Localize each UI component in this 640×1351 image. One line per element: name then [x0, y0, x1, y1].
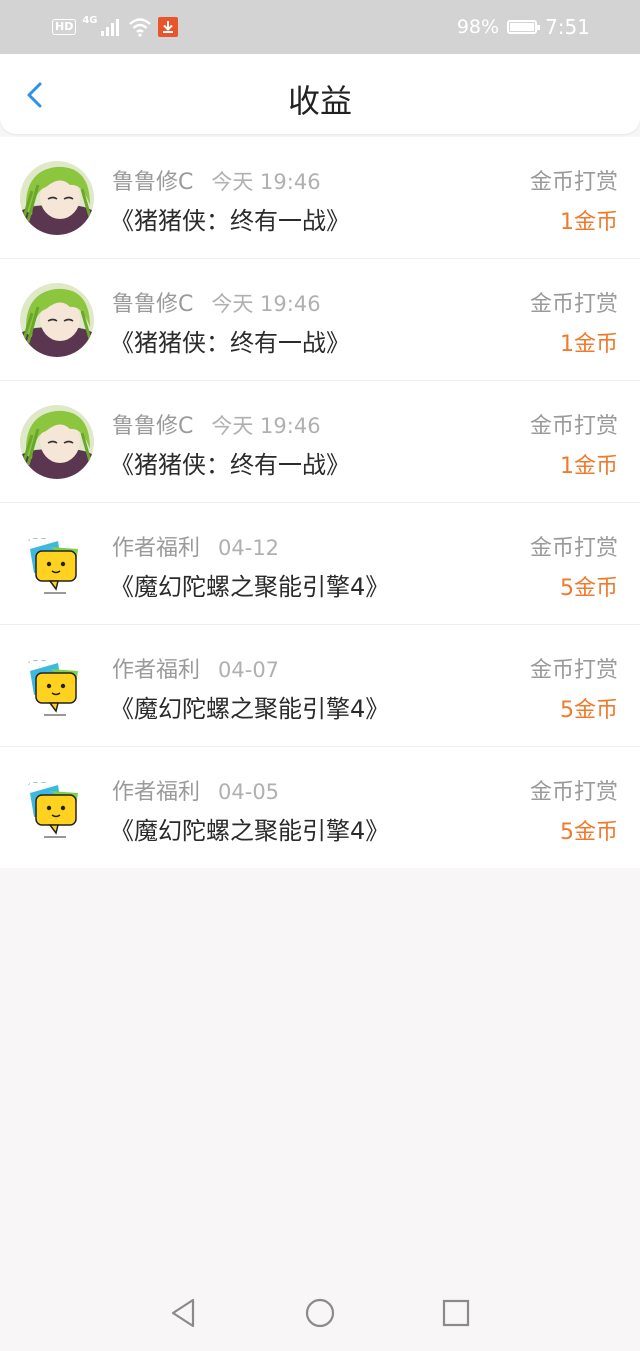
reward-type: 金币打赏 [529, 292, 618, 317]
reward-type: 金币打赏 [529, 780, 618, 805]
book-title: 《猪猪侠：终有一战》 [110, 207, 350, 235]
square-recents-icon [442, 1299, 470, 1327]
battery-percent: 98% [456, 16, 500, 38]
sender-name: 鲁鲁修C 今天 19:46 [112, 286, 321, 318]
avatar[interactable] [20, 161, 94, 235]
sender-label: 鲁鲁修C [112, 292, 194, 317]
speech-bubble-avatar-image: o ~ ~ [20, 771, 94, 845]
sender-label: 作者福利 [112, 780, 201, 805]
signal-icon [100, 19, 119, 36]
wifi-icon [128, 18, 151, 37]
list-item[interactable]: o ~ ~ 作者福利 04-05 《魔幻陀螺之聚能引擎4》 金币打赏 5金币 [0, 747, 640, 868]
timestamp: 今天 19:46 [211, 292, 321, 316]
sender-name: 作者福利 04-12 [112, 530, 279, 562]
avatar[interactable] [20, 283, 94, 357]
sender-name: 鲁鲁修C 今天 19:46 [112, 408, 321, 440]
nav-recents-button[interactable] [440, 1297, 472, 1329]
reward-amount: 1金币 [560, 210, 618, 235]
timestamp: 04-12 [218, 536, 280, 560]
book-title: 《魔幻陀螺之聚能引擎4》 [110, 573, 390, 601]
anime-avatar-image [20, 283, 94, 357]
hd-indicator: HD [52, 19, 77, 35]
svg-text:o ~ ~: o ~ ~ [26, 535, 47, 543]
reward-amount: 1金币 [560, 454, 618, 479]
book-title: 《魔幻陀螺之聚能引擎4》 [110, 695, 390, 723]
timestamp: 04-07 [218, 658, 280, 682]
battery-icon [507, 20, 541, 34]
list-item[interactable]: 鲁鲁修C 今天 19:46 《猪猪侠：终有一战》 金币打赏 1金币 [0, 259, 640, 381]
reward-amount: 5金币 [560, 820, 618, 845]
list-item[interactable]: 鲁鲁修C 今天 19:46 《猪猪侠：终有一战》 金币打赏 1金币 [0, 137, 640, 259]
timestamp: 04-05 [218, 780, 280, 804]
book-title: 《猪猪侠：终有一战》 [110, 329, 350, 357]
svg-text:o ~ ~: o ~ ~ [26, 779, 47, 787]
book-title: 《猪猪侠：终有一战》 [110, 451, 350, 479]
status-right: 98% 7:51 [457, 14, 590, 40]
status-bar: HD 4G 98% 7:51 [0, 0, 640, 54]
sender-label: 鲁鲁修C [112, 170, 194, 195]
reward-type: 金币打赏 [529, 170, 618, 195]
triangle-back-icon [171, 1298, 195, 1328]
status-left: HD 4G [52, 15, 178, 39]
circle-home-icon [305, 1298, 335, 1328]
reward-amount: 5金币 [560, 698, 618, 723]
page-title: 收益 [287, 82, 352, 120]
sender-name: 作者福利 04-07 [112, 652, 279, 684]
list-item[interactable]: o ~ ~ 作者福利 04-07 《魔幻陀螺之聚能引擎4》 金币打赏 5金币 [0, 625, 640, 747]
speech-bubble-avatar-image: o ~ ~ [20, 649, 94, 723]
timestamp: 今天 19:46 [211, 414, 321, 438]
avatar[interactable]: o ~ ~ [20, 527, 94, 601]
book-title: 《魔幻陀螺之聚能引擎4》 [110, 817, 390, 845]
sender-label: 作者福利 [112, 658, 201, 683]
reward-type: 金币打赏 [529, 536, 618, 561]
avatar[interactable]: o ~ ~ [20, 771, 94, 845]
sender-name: 鲁鲁修C 今天 19:46 [112, 164, 321, 196]
battery-fill [510, 23, 534, 31]
timestamp: 今天 19:46 [211, 170, 321, 194]
download-icon [157, 17, 178, 37]
sender-name: 作者福利 04-05 [112, 774, 279, 806]
nav-home-button[interactable] [304, 1297, 336, 1329]
app-header: 收益 [0, 54, 640, 134]
earnings-list: 鲁鲁修C 今天 19:46 《猪猪侠：终有一战》 金币打赏 1金币 鲁鲁修C 今天 19:4… [0, 137, 640, 868]
clock: 7:51 [545, 15, 590, 39]
anime-avatar-image [20, 161, 94, 235]
system-nav-bar [0, 1275, 640, 1351]
reward-type: 金币打赏 [529, 414, 618, 439]
anime-avatar-image [20, 405, 94, 479]
network-type: 4G [82, 15, 98, 26]
reward-amount: 1金币 [560, 332, 618, 357]
sender-label: 鲁鲁修C [112, 414, 194, 439]
avatar[interactable] [20, 405, 94, 479]
speech-bubble-avatar-image: o ~ ~ [20, 527, 94, 601]
nav-back-button[interactable] [168, 1297, 200, 1329]
svg-text:o ~ ~: o ~ ~ [26, 657, 47, 665]
reward-type: 金币打赏 [529, 658, 618, 683]
sender-label: 作者福利 [112, 536, 201, 561]
list-item[interactable]: o ~ ~ 作者福利 04-12 《魔幻陀螺之聚能引擎4》 金币打赏 5金币 [0, 503, 640, 625]
list-item[interactable]: 鲁鲁修C 今天 19:46 《猪猪侠：终有一战》 金币打赏 1金币 [0, 381, 640, 503]
avatar[interactable]: o ~ ~ [20, 649, 94, 723]
reward-amount: 5金币 [560, 576, 618, 601]
